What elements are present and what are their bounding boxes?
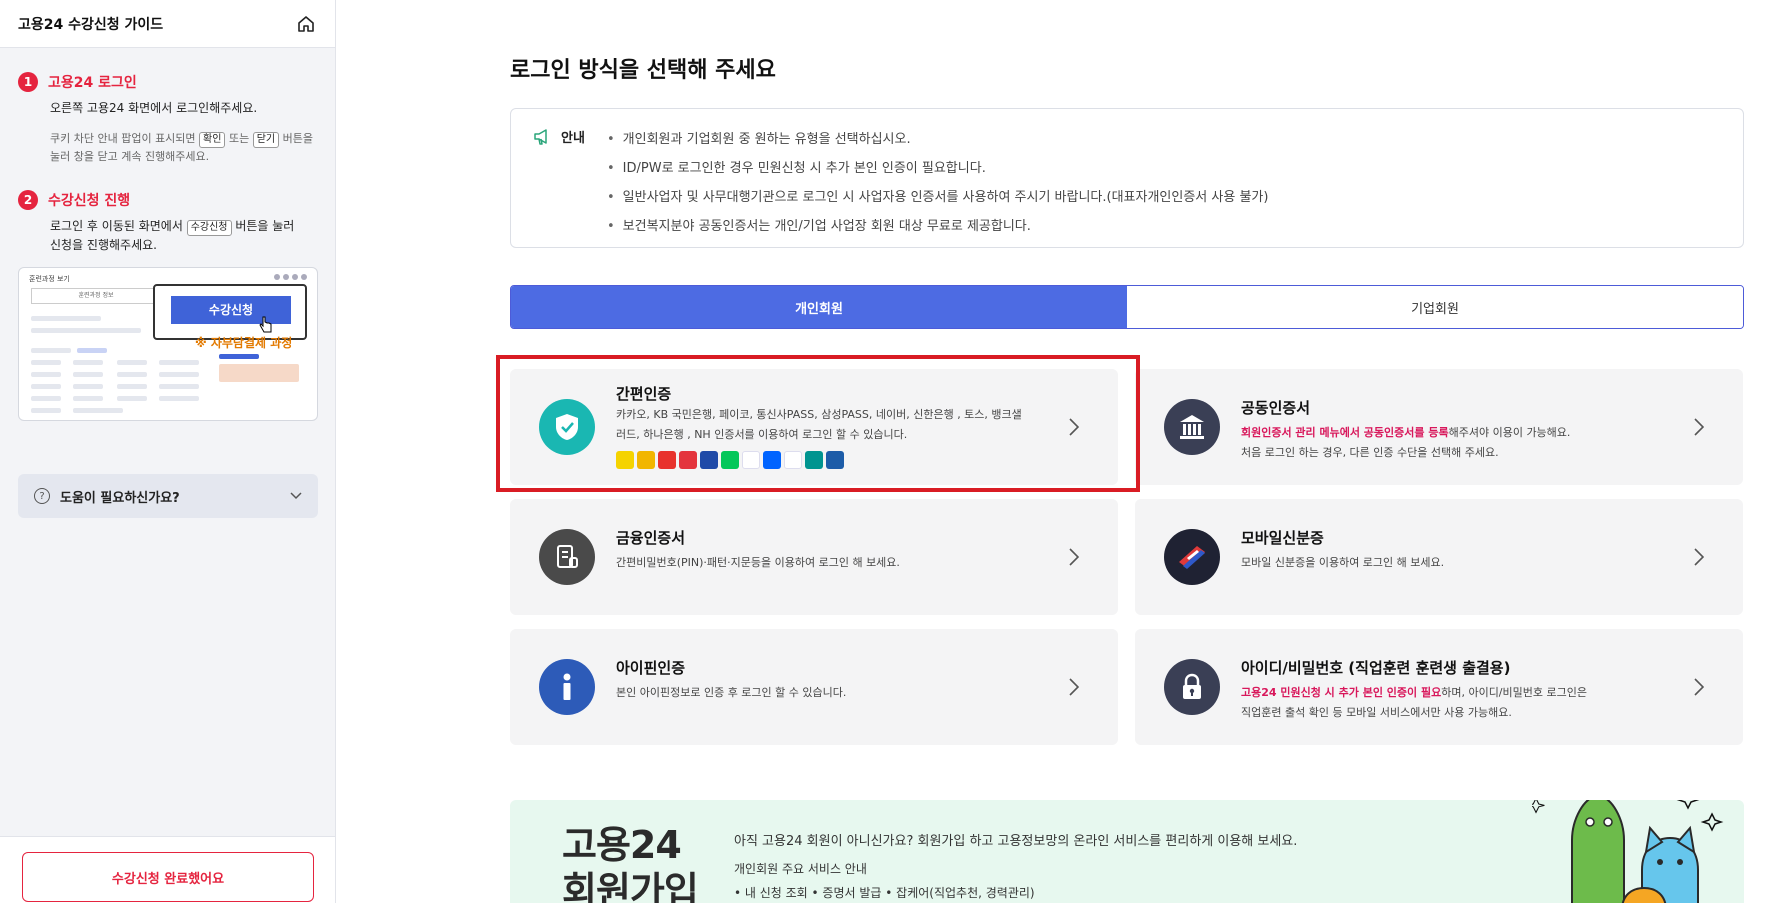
sidebar-header: 고용24 수강신청 가이드 [0,0,335,48]
card-description: 본인 아이핀정보로 인증 후 로그인 할 수 있습니다. [616,686,847,699]
sidebar-footer: 수강신청 완료했어요 [0,836,335,903]
tab-personal[interactable]: 개인회원 [511,286,1127,328]
card-title: 공동인증서 [1241,399,1311,417]
chevron-right-icon [1689,415,1709,439]
simple-auth-card[interactable]: 간편인증 카카오, KB 국민은행, 페이코, 통신사PASS, 삼성PASS,… [510,369,1118,485]
notice-item: 일반사업자 및 사무대행기관으로 로그인 시 사업자용 인증서를 사용하여 주시… [607,183,1269,212]
payco-logo-icon [658,451,676,469]
samsung-pass-logo-icon [700,451,718,469]
hana-logo-icon [805,451,823,469]
card-title: 금융인증서 [616,529,686,547]
toss-logo-icon [763,451,781,469]
banksalad-logo-icon [784,451,802,469]
thumb-info-box: 훈련과정 정보 [31,288,161,304]
step-description: 오른쪽 고용24 화면에서 로그인해주세요. [50,101,258,115]
help-accordion[interactable]: ? 도움이 필요하신가요? [18,474,318,518]
member-type-tabs: 개인회원 기업회원 [510,285,1744,329]
id-password-card[interactable]: 아이디/비밀번호 (직업훈련 훈련생 출결용) 고용24 민원신청 시 추가 본… [1135,629,1743,745]
card-title: 간편인증 [616,385,672,403]
thumb-warning: ※ 자부담결제 과정 [195,336,293,350]
page-title: 로그인 방식을 선택해 주세요 [510,58,776,83]
finance-certificate-card[interactable]: 금융인증서 간편비밀번호(PIN)·패턴·지문등을 이용하여 로그인 해 보세요… [510,499,1118,615]
home-icon[interactable] [295,13,317,35]
chevron-right-icon [1064,545,1084,569]
step-description: 로그인 후 이동된 화면에서 수강신청 버튼을 눌러 신청을 진행해주세요. [50,219,295,252]
mobile-id-icon [1164,529,1220,585]
nh-logo-icon [826,451,844,469]
step-number: 1 [18,72,38,92]
card-description: 카카오, KB 국민은행, 페이코, 통신사PASS, 삼성PASS, 네이버,… [616,408,1022,441]
thumb-enroll-button: 수강신청 [171,296,291,324]
notice-box: 안내 개인회원과 기업회원 중 원하는 유형을 선택하십시오. ID/PW로 로… [510,108,1744,248]
chevron-right-icon [1689,545,1709,569]
question-icon: ? [34,488,50,504]
bank-building-icon [1164,399,1220,455]
notice-item: 보건복지분야 공동인증서는 개인/기업 사업장 회원 대상 무료로 제공합니다. [607,212,1268,241]
mobile-id-card[interactable]: 모바일신분증 모바일 신분증을 이용하여 로그인 해 보세요. [1135,499,1743,615]
info-icon [539,659,595,715]
thumb-share-icons [274,274,307,280]
card-description: 회원인증서 관리 메뉴에서 공동인증서를 등록해주셔야 이용이 가능해요. 처음… [1241,426,1571,459]
card-description: 간편비밀번호(PIN)·패턴·지문등을 이용하여 로그인 해 보세요. [616,556,900,569]
auth-provider-logos [616,451,844,469]
notice-item: ID/PW로 로그인한 경우 민원신청 시 추가 본인 인증이 필요합니다. [607,154,1268,183]
confirm-key-label: 확인 [199,132,226,148]
mascot-characters-illustration [1532,800,1724,903]
lock-icon [1164,659,1220,715]
notice-list: 개인회원과 기업회원 중 원하는 유형을 선택하십시오. ID/PW로 로그인한… [607,125,1269,241]
shinhan-logo-icon [742,451,760,469]
sidebar-title: 고용24 수강신청 가이드 [18,16,164,33]
megaphone-icon [534,128,547,145]
help-label: 도움이 필요하신가요? [60,490,180,506]
signup-heading: 고용24 회원가입 [562,823,699,903]
step-title: 수강신청 진행 [48,193,131,209]
naver-logo-icon [721,451,739,469]
notice-label: 안내 [533,127,585,146]
tab-corporate[interactable]: 기업회원 [1127,286,1743,328]
chevron-right-icon [1689,675,1709,699]
chevron-right-icon [1064,675,1084,699]
thumb-heading: 훈련과정 보기 [29,275,70,283]
document-certificate-icon [539,529,595,585]
signup-banner[interactable]: 고용24 회원가입 아직 고용24 회원이 아니신가요? 회원가입 하고 고용정보… [510,800,1744,903]
thumb-popup: 수강신청 [153,284,307,340]
enroll-key-label: 수강신청 [186,220,232,236]
step-title: 고용24 로그인 [48,75,137,91]
close-key-label: 닫기 [252,132,280,148]
cursor-hand-icon [259,316,272,333]
shield-check-icon [539,399,595,455]
pass-logo-icon [679,451,697,469]
login-main: 로그인 방식을 선택해 주세요 안내 개인회원과 기업회원 중 원하는 유형을 … [336,0,1786,903]
notice-item: 개인회원과 기업회원 중 원하는 유형을 선택하십시오. [607,125,1268,154]
step-enroll: 2 수강신청 진행 로그인 후 이동된 화면에서 수강신청 버튼을 눌러 신청을… [0,166,335,255]
guide-screenshot-thumbnail: 훈련과정 보기 훈련과정 정보 수강신청 ※ 자부담결제 과정 [18,267,318,421]
signup-text: 아직 고용24 회원이 아니신가요? 회원가입 하고 고용정보망의 온라인 서비… [734,834,1298,849]
kakao-logo-icon [616,451,634,469]
signup-service-list: • 내 신청 조회 • 증명서 발급 • 잡케어(직업추천, 경력관리) [734,886,1035,900]
card-title: 모바일신분증 [1241,529,1324,547]
kb-logo-icon [637,451,655,469]
guide-sidebar: 고용24 수강신청 가이드 1 고용24 로그인 오른쪽 고용24 화면에서 로… [0,0,336,903]
chevron-right-icon [1064,415,1084,439]
card-description: 고용24 민원신청 시 추가 본인 인증이 필요하며, 아이디/비밀번호 로그인… [1241,686,1587,719]
step-note: 쿠키 차단 안내 팝업이 표시되면 확인 또는 닫기 버튼을 눌러 창을 닫고 … [50,132,313,163]
card-title: 아이디/비밀번호 (직업훈련 훈련생 출결용) [1241,659,1511,677]
step-number: 2 [18,190,38,210]
card-title: 아이핀인증 [616,659,686,677]
joint-certificate-card[interactable]: 공동인증서 회원인증서 관리 메뉴에서 공동인증서를 등록해주셔야 이용이 가능… [1135,369,1743,485]
chevron-down-icon [290,492,302,500]
step-login: 1 고용24 로그인 오른쪽 고용24 화면에서 로그인해주세요. 쿠키 차단 … [0,48,335,166]
signup-subtitle: 개인회원 주요 서비스 안내 [734,862,867,876]
card-description: 모바일 신분증을 이용하여 로그인 해 보세요. [1241,556,1445,569]
ipin-card[interactable]: 아이핀인증 본인 아이핀정보로 인증 후 로그인 할 수 있습니다. [510,629,1118,745]
enroll-complete-button[interactable]: 수강신청 완료했어요 [22,852,314,902]
